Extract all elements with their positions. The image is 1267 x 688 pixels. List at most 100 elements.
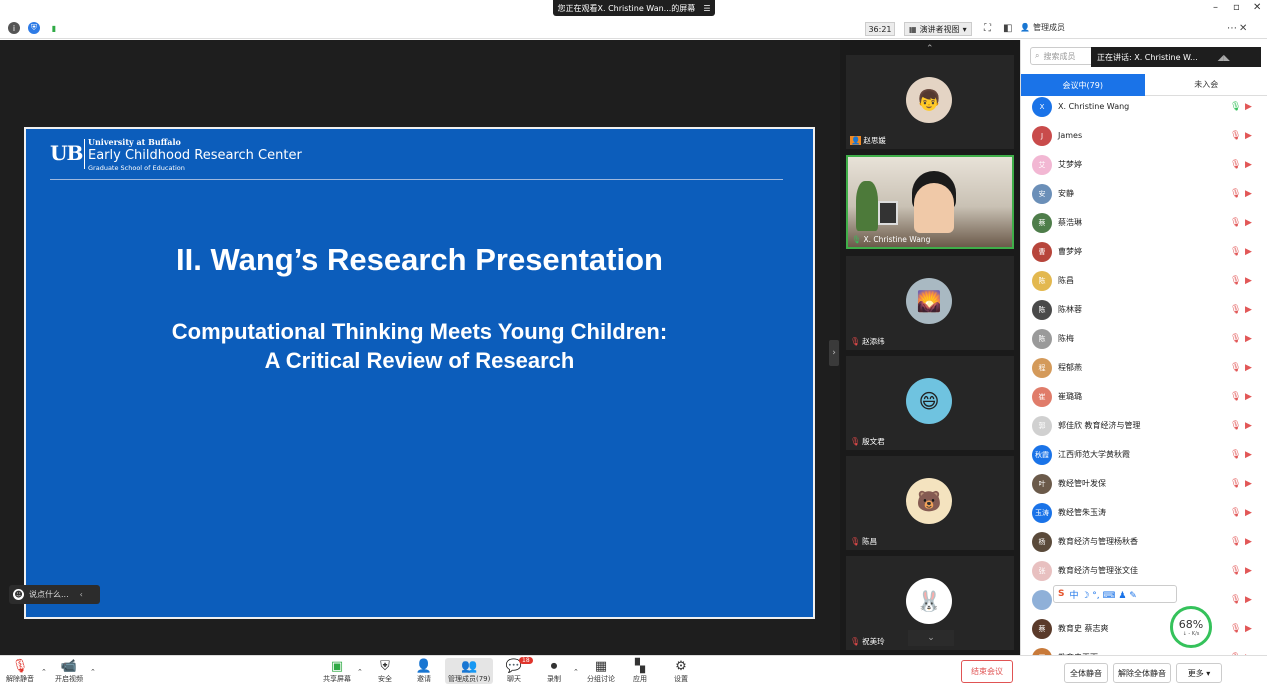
more-icon[interactable]: ⋯ bbox=[1227, 23, 1237, 34]
camera-off-icon[interactable]: ▶ bbox=[1245, 508, 1252, 518]
view-mode-select[interactable]: ▦ 演讲者视图 ▾ bbox=[904, 22, 972, 36]
mic-off-icon[interactable]: 🎙 bbox=[1230, 595, 1241, 605]
chevron-down-icon[interactable]: ⌄ bbox=[908, 630, 954, 646]
participant-row[interactable]: 程程郁燕 🎙 ▶ bbox=[1021, 353, 1267, 382]
camera-off-icon[interactable]: ▶ bbox=[1245, 247, 1252, 257]
participant-row[interactable]: 蔡蔡浩琳 🎙 ▶ bbox=[1021, 208, 1267, 237]
mic-off-icon[interactable]: 🎙 bbox=[1230, 392, 1241, 402]
participant-row[interactable]: 秋霞 江西师范大学黄秋霞 🎙 ▶ bbox=[1021, 440, 1267, 469]
participant-row[interactable]: 蔡教育史 蔡志爽 🎙 ▶ bbox=[1021, 614, 1267, 643]
mic-off-icon[interactable]: 🎙 bbox=[1230, 508, 1241, 518]
camera-off-icon[interactable]: ▶ bbox=[1245, 537, 1252, 547]
mic-off-icon[interactable]: 🎙 bbox=[1230, 247, 1241, 257]
maximize-button[interactable]: ▫ bbox=[1233, 2, 1240, 13]
camera-off-icon[interactable]: ▶ bbox=[1245, 276, 1252, 286]
participant-row[interactable]: X X. Christine Wang 🎙 ▶ bbox=[1021, 92, 1267, 121]
mic-off-icon[interactable]: 🎙 bbox=[1230, 160, 1241, 170]
camera-off-icon[interactable]: ▶ bbox=[1245, 392, 1252, 402]
settings-button[interactable]: ⚙ 设置 bbox=[673, 658, 689, 684]
participant-row[interactable]: 崔崔璐璐 🎙 ▶ bbox=[1021, 382, 1267, 411]
mic-off-icon[interactable]: 🎙 bbox=[1230, 566, 1241, 576]
panel-close-icon[interactable]: ✕ bbox=[1239, 23, 1247, 34]
camera-off-icon[interactable]: ▶ bbox=[1245, 624, 1252, 634]
participant-row[interactable]: 陈陈昌 🎙 ▶ bbox=[1021, 266, 1267, 295]
video-tile[interactable]: 😄 🎙 殷文君 bbox=[846, 356, 1014, 450]
invite-button[interactable]: 👤 邀请 bbox=[416, 658, 432, 684]
camera-off-icon[interactable]: ▶ bbox=[1245, 131, 1252, 141]
chat-button[interactable]: 💬 18 聊天 bbox=[506, 657, 533, 684]
signal-icon[interactable]: ▮ bbox=[48, 22, 60, 34]
mic-off-icon[interactable]: 🎙 bbox=[1230, 421, 1241, 431]
camera-off-icon[interactable]: ▶ bbox=[1245, 189, 1252, 199]
camera-off-icon[interactable]: ▶ bbox=[1245, 479, 1252, 489]
participant-row[interactable]: J James 🎙 ▶ bbox=[1021, 121, 1267, 150]
camera-off-icon[interactable]: ▶ bbox=[1245, 363, 1252, 373]
end-meeting-button[interactable]: 结束会议 bbox=[961, 660, 1013, 683]
record-button[interactable]: ⏺ 录制 bbox=[546, 658, 562, 684]
participant-row[interactable]: 安安静 🎙 ▶ bbox=[1021, 179, 1267, 208]
sidebar-toggle-icon[interactable]: ◧ bbox=[1003, 23, 1012, 34]
shield-icon[interactable]: ⛨ bbox=[28, 22, 40, 34]
chevron-up-icon[interactable]: ⌃ bbox=[357, 668, 363, 676]
mic-off-icon[interactable]: 🎙 bbox=[1230, 450, 1241, 460]
more-button[interactable]: 更多 ▾ bbox=[1176, 663, 1222, 683]
video-tile-active[interactable]: 🎙 X. Christine Wang bbox=[846, 155, 1014, 249]
share-screen-button[interactable]: ▣ 共享屏幕 bbox=[323, 658, 351, 684]
video-tile[interactable]: 👦 👤 赵思媛 bbox=[846, 55, 1014, 149]
camera-off-icon[interactable]: ▶ bbox=[1245, 595, 1252, 605]
collapse-thumbnails-button[interactable]: › bbox=[829, 340, 839, 366]
mic-off-icon[interactable]: 🎙 bbox=[1230, 189, 1241, 199]
camera-off-icon[interactable]: ▶ bbox=[1245, 102, 1252, 112]
mute-all-button[interactable]: 全体静音 bbox=[1064, 663, 1108, 683]
apps-button[interactable]: ▚ 应用 bbox=[632, 658, 648, 684]
chevron-up-icon[interactable]: ⌃ bbox=[573, 668, 579, 676]
share-banner[interactable]: 您正在观看X. Christine Wan...的屏幕 ☰ bbox=[553, 0, 715, 16]
participant-row[interactable]: 陈陈林蓉 🎙 ▶ bbox=[1021, 295, 1267, 324]
manage-members-button[interactable]: 👥 管理成员(79) bbox=[445, 658, 494, 684]
camera-off-icon[interactable]: ▶ bbox=[1245, 218, 1252, 228]
security-button[interactable]: ⛨ 安全 bbox=[377, 658, 393, 684]
participant-row[interactable]: 陈陈梅 🎙 ▶ bbox=[1021, 324, 1267, 353]
ime-toolbar[interactable]: S 中 ☽ °, ⌨ ♟ ✎ bbox=[1053, 585, 1177, 603]
chat-quick-input[interactable]: ☻ 说点什么... ‹ bbox=[9, 585, 100, 604]
chevron-left-icon[interactable]: ‹ bbox=[80, 590, 83, 599]
mic-off-icon[interactable]: 🎙 bbox=[1230, 276, 1241, 286]
chevron-up-icon[interactable]: ⌃ bbox=[90, 668, 96, 676]
participant-row[interactable]: 玉涛 教经管朱玉涛 🎙 ▶ bbox=[1021, 498, 1267, 527]
participant-row[interactable]: 曹曹梦婷 🎙 ▶ bbox=[1021, 237, 1267, 266]
chevron-up-icon[interactable]: ⌃ bbox=[41, 668, 47, 676]
video-tile[interactable]: 🌄 🎙 赵添纬 bbox=[846, 256, 1014, 350]
participant-row[interactable]: 郭郭佳欣 教育经济与管理 🎙 ▶ bbox=[1021, 411, 1267, 440]
unmute-button[interactable]: 🎙 解除静音 bbox=[6, 658, 34, 684]
camera-off-icon[interactable]: ▶ bbox=[1245, 566, 1252, 576]
camera-off-icon[interactable]: ▶ bbox=[1245, 450, 1252, 460]
info-icon[interactable]: i bbox=[8, 22, 20, 34]
minimize-button[interactable]: – bbox=[1213, 2, 1218, 13]
mic-off-icon[interactable]: 🎙 bbox=[1230, 218, 1241, 228]
start-video-button[interactable]: 📹 开启视频 bbox=[55, 658, 83, 684]
camera-off-icon[interactable]: ▶ bbox=[1245, 160, 1252, 170]
participant-row[interactable]: 杨教育经济与管理杨秋香 🎙 ▶ bbox=[1021, 527, 1267, 556]
video-tile[interactable]: 🐻 🎙 陈昌 bbox=[846, 456, 1014, 550]
camera-off-icon[interactable]: ▶ bbox=[1245, 334, 1252, 344]
participant-row[interactable]: 艾艾梦婷 🎙 ▶ bbox=[1021, 150, 1267, 179]
participant-row[interactable]: 张教育经济与管理张文佳 🎙 ▶ bbox=[1021, 556, 1267, 585]
close-button[interactable]: ✕ bbox=[1253, 2, 1261, 13]
fullscreen-icon[interactable]: ⛶ bbox=[984, 23, 991, 34]
mic-off-icon[interactable]: 🎙 bbox=[1230, 624, 1241, 634]
mic-off-icon[interactable]: 🎙 bbox=[1230, 479, 1241, 489]
participant-row[interactable]: 叶教经管叶发保 🎙 ▶ bbox=[1021, 469, 1267, 498]
mic-off-icon[interactable]: 🎙 bbox=[1230, 363, 1241, 373]
mic-off-icon[interactable]: 🎙 bbox=[1230, 537, 1241, 547]
mic-off-icon[interactable]: 🎙 bbox=[1230, 334, 1241, 344]
emoji-icon[interactable]: ☻ bbox=[13, 589, 24, 600]
camera-off-icon[interactable]: ▶ bbox=[1245, 421, 1252, 431]
breakout-button[interactable]: ▦ 分组讨论 bbox=[587, 658, 615, 684]
chevron-up-icon[interactable]: ⌃ bbox=[926, 44, 934, 54]
camera-off-icon[interactable]: ▶ bbox=[1245, 305, 1252, 315]
unmute-all-button[interactable]: 解除全体静音 bbox=[1113, 663, 1171, 683]
menu-icon[interactable]: ☰ bbox=[703, 4, 710, 13]
mic-off-icon[interactable]: 🎙 bbox=[1230, 305, 1241, 315]
mic-on-icon[interactable]: 🎙 bbox=[1230, 102, 1241, 112]
mic-off-icon[interactable]: 🎙 bbox=[1230, 131, 1241, 141]
